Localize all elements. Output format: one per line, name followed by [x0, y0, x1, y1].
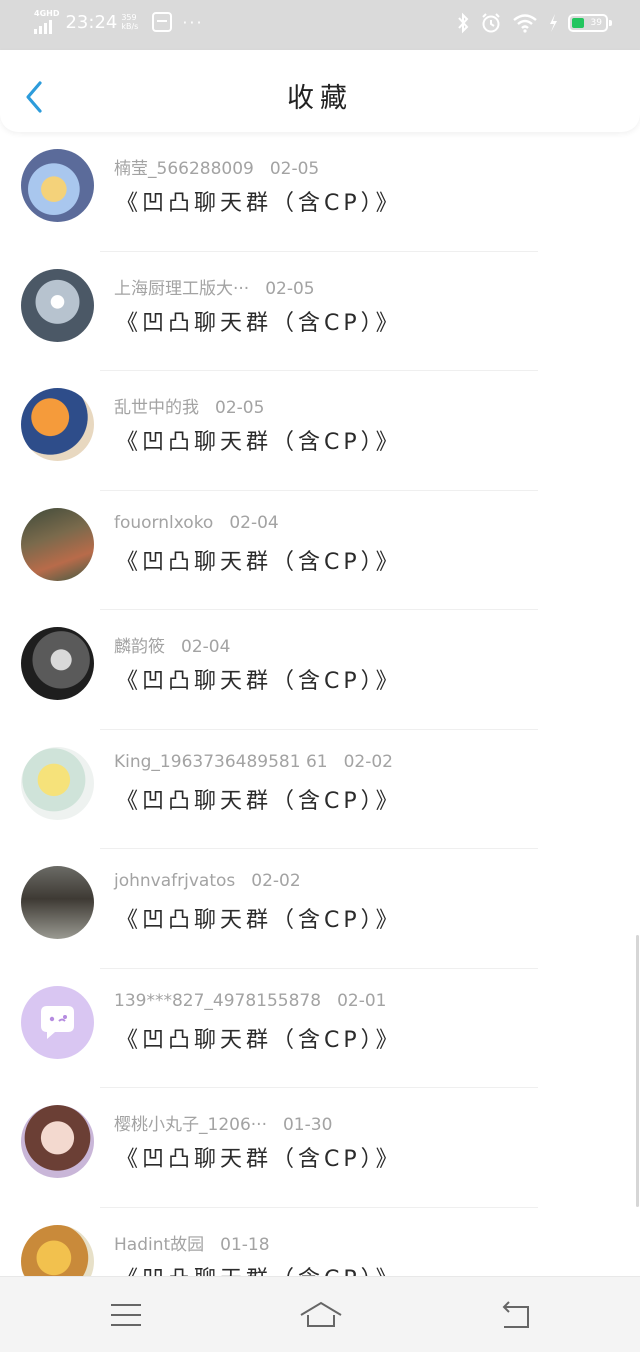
battery-level: 39	[590, 18, 602, 28]
author-line: 乱世中的我 02-05	[114, 393, 264, 418]
post-date: 01-30	[282, 1115, 333, 1135]
favorite-title[interactable]: 《凹凸聊天群（含CP）》	[116, 544, 402, 576]
post-date: 02-05	[215, 398, 265, 418]
favorite-item[interactable]: 上海厨理工版大··· 02-05 《凹凸聊天群（含CP）》	[0, 252, 640, 371]
author-line: 楠莹_566288009 02-05	[114, 154, 319, 179]
avatar[interactable]	[21, 627, 94, 700]
favorite-title[interactable]: 《凹凸聊天群（含CP）》	[116, 185, 402, 217]
sim-card-icon	[152, 12, 173, 32]
author-line: fouornlxoko 02-04	[114, 513, 279, 533]
system-nav-bar	[0, 1276, 640, 1352]
favorite-item[interactable]: johnvafrjvatos 02-02 《凹凸聊天群（含CP）》	[0, 849, 640, 969]
favorite-title[interactable]: 《凹凸聊天群（含CP）》	[116, 1022, 402, 1054]
author-line: johnvafrjvatos 02-02	[114, 871, 301, 891]
author-line: 樱桃小丸子_1206··· 01-30	[114, 1110, 332, 1135]
favorite-title[interactable]: 《凹凸聊天群（含CP）》	[116, 663, 402, 695]
author-name[interactable]: 樱桃小丸子_1206···	[114, 1115, 267, 1135]
post-date: 02-04	[229, 512, 279, 533]
status-bar-left: 4GHD 23:24 359 kB/s ···	[34, 10, 204, 34]
favorite-title[interactable]: 《凹凸聊天群（含CP）》	[116, 902, 402, 934]
avatar[interactable]	[21, 866, 94, 939]
favorite-title[interactable]: 《凹凸聊天群（含CP）》	[116, 783, 402, 815]
author-line: King_1963736489581 61 02-02	[114, 752, 393, 772]
avatar[interactable]	[21, 507, 94, 581]
scrollbar[interactable]	[636, 935, 639, 1207]
menu-icon	[111, 1304, 141, 1326]
favorite-title[interactable]: 《凹凸聊天群（含CP）》	[116, 1261, 402, 1277]
avatar[interactable]	[21, 388, 94, 461]
page-title: 收藏	[287, 83, 353, 114]
back-arrow-icon	[502, 1301, 529, 1328]
favorite-item[interactable]: 乱世中的我 02-05 《凹凸聊天群（含CP）》	[0, 371, 640, 491]
favorite-item[interactable]: 麟韵筱 02-04 《凹凸聊天群（含CP）》	[0, 610, 640, 730]
favorite-item[interactable]: Hadint故园 01-18 《凹凸聊天群（含CP）》	[0, 1208, 640, 1277]
author-name[interactable]: King_1963736489581 61	[114, 752, 328, 772]
post-date: 02-05	[269, 159, 320, 179]
more-notifications: ···	[182, 12, 204, 32]
post-date: 01-18	[220, 1234, 270, 1255]
status-bar: 4GHD 23:24 359 kB/s ··· 39	[0, 0, 640, 50]
post-date: 02-02	[251, 871, 301, 891]
network-speed-unit: kB/s	[121, 22, 139, 31]
favorite-item[interactable]: 139***827_4978155878 02-01 《凹凸聊天群（含CP）》	[0, 969, 640, 1088]
avatar[interactable]	[21, 746, 94, 820]
network-speed: 359 kB/s	[121, 13, 138, 31]
author-name[interactable]: 麟韵筱	[114, 637, 165, 657]
home-button[interactable]	[298, 1295, 344, 1335]
favorite-item[interactable]: 楠莹_566288009 02-05 《凹凸聊天群（含CP）》	[0, 132, 640, 252]
avatar[interactable]	[21, 149, 94, 222]
post-date: 02-04	[181, 637, 231, 657]
avatar[interactable]	[21, 268, 94, 342]
network-type: 4GHD	[34, 9, 60, 18]
author-line: 麟韵筱 02-04	[114, 632, 230, 657]
author-line: Hadint故园 01-18	[114, 1230, 270, 1255]
chat-bubble-icon	[41, 1005, 74, 1039]
favorite-title[interactable]: 《凹凸聊天群（含CP）》	[116, 305, 402, 337]
top-app-bar: 收藏	[0, 50, 640, 132]
author-name[interactable]: 乱世中的我	[114, 398, 199, 418]
signal-icon: 4GHD	[34, 10, 59, 34]
system-back-button[interactable]	[496, 1295, 536, 1335]
author-name[interactable]: 楠莹_566288009	[114, 159, 254, 179]
author-name[interactable]: johnvafrjvatos	[114, 871, 235, 891]
author-name[interactable]: 139***827_4978155878	[114, 991, 321, 1011]
clock: 23:24	[65, 11, 118, 33]
favorite-item[interactable]: fouornlxoko 02-04 《凹凸聊天群（含CP）》	[0, 491, 640, 610]
post-date: 02-05	[265, 278, 315, 299]
avatar[interactable]	[21, 985, 94, 1059]
bluetooth-icon	[458, 12, 469, 34]
author-name[interactable]: fouornlxoko	[114, 513, 213, 533]
author-name[interactable]: Hadint故园	[114, 1235, 204, 1255]
network-speed-value: 359	[121, 13, 137, 22]
wifi-icon	[513, 14, 537, 33]
favorite-item[interactable]: King_1963736489581 61 02-02 《凹凸聊天群（含CP）》	[0, 730, 640, 849]
post-date: 02-01	[337, 990, 387, 1011]
home-icon	[300, 1301, 342, 1327]
avatar[interactable]	[21, 1105, 94, 1178]
menu-button[interactable]	[106, 1295, 146, 1335]
battery-icon: 39	[568, 14, 612, 32]
status-bar-right: 39	[456, 12, 612, 34]
author-line: 上海厨理工版大··· 02-05	[114, 274, 315, 299]
alarm-icon	[482, 13, 500, 33]
post-date: 02-02	[343, 751, 393, 772]
favorite-title[interactable]: 《凹凸聊天群（含CP）》	[116, 424, 402, 456]
favorites-list[interactable]: 楠莹_566288009 02-05 《凹凸聊天群（含CP）》 上海厨理工版大··· 0…	[0, 132, 640, 1276]
author-name[interactable]: 上海厨理工版大···	[114, 279, 249, 299]
favorite-item[interactable]: 樱桃小丸子_1206··· 01-30 《凹凸聊天群（含CP）》	[0, 1088, 640, 1208]
avatar[interactable]	[21, 1224, 94, 1276]
favorite-title[interactable]: 《凹凸聊天群（含CP）》	[116, 1141, 402, 1173]
battery-fill	[572, 18, 584, 28]
author-line: 139***827_4978155878 02-01	[114, 991, 386, 1011]
charging-icon	[550, 14, 557, 32]
